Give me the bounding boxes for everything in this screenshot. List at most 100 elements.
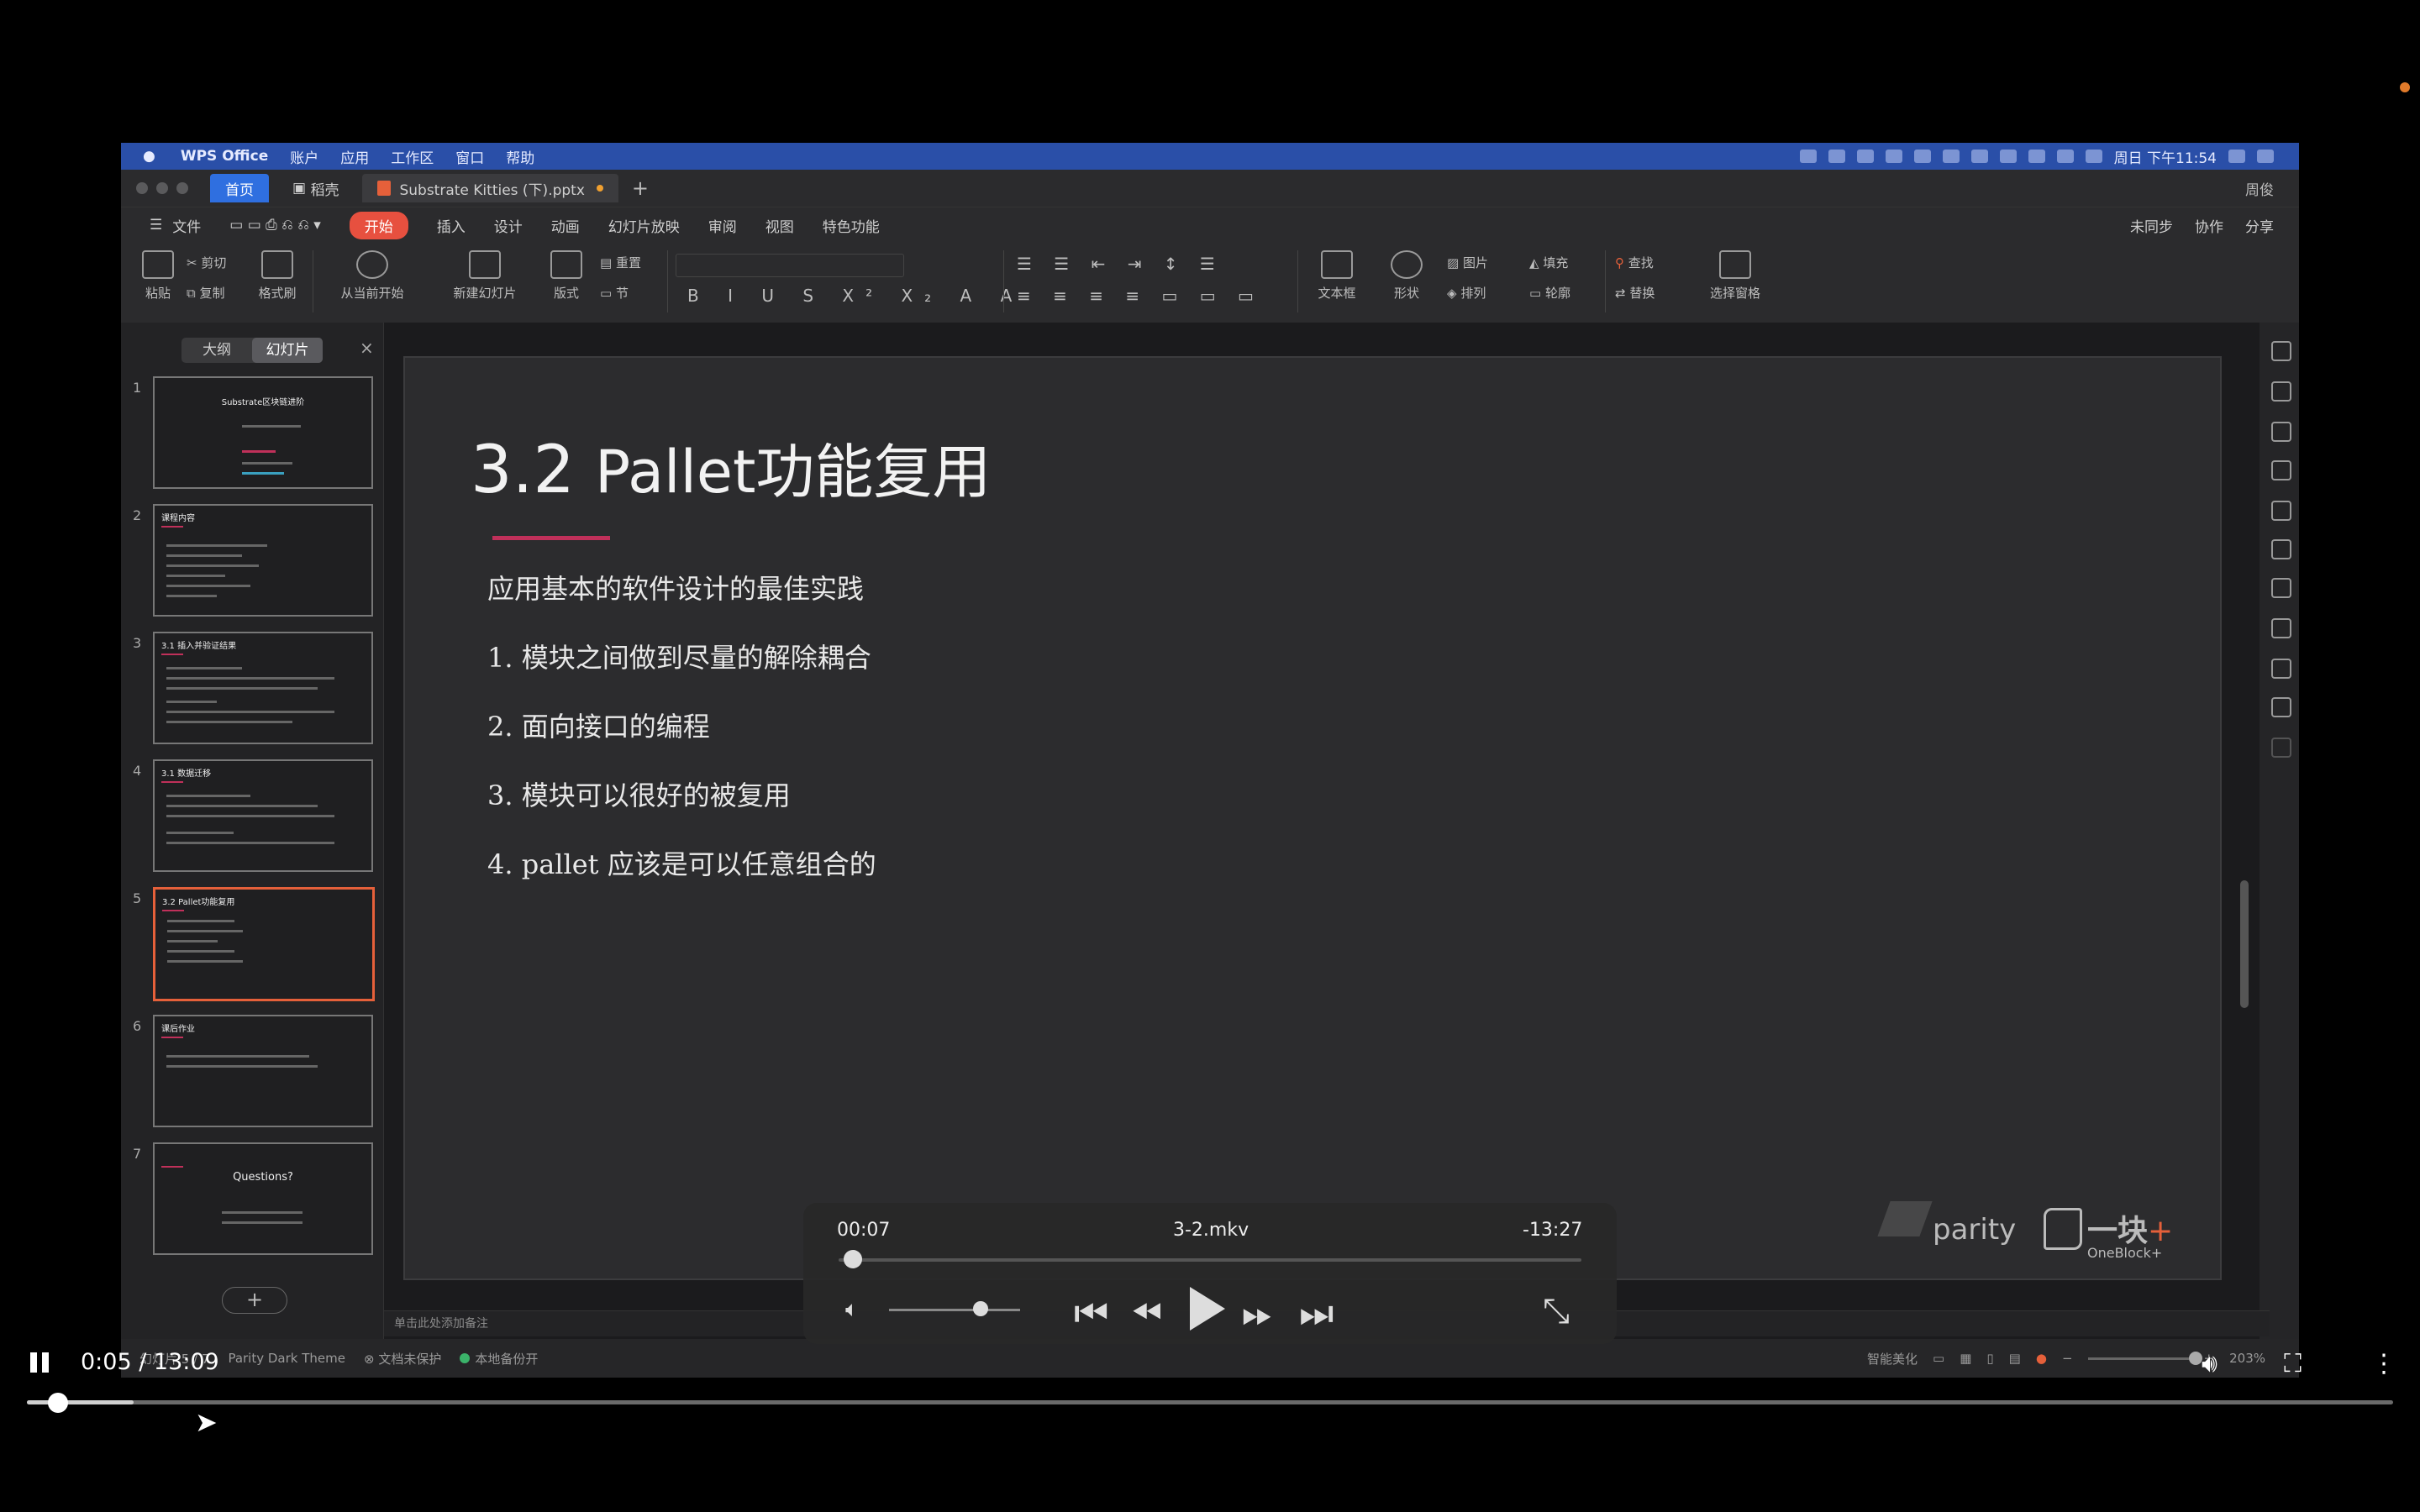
protect-status[interactable]: ⊗ 文档未保护 [364,1350,441,1368]
fill-icon[interactable] [2271,422,2291,442]
volume-slider[interactable] [889,1309,1020,1311]
arrange-button[interactable]: ◈ 排列 [1447,284,1486,302]
tab-docer[interactable]: ▣ 稻壳 [277,174,354,202]
tray-icon[interactable] [1942,150,1960,163]
zoom-window-button[interactable] [176,182,188,194]
tray-icon[interactable] [1799,150,1817,163]
fullscreen-exit-icon[interactable]: ⛶ [2284,1349,2302,1378]
play-icon[interactable]: ● [2036,1351,2047,1366]
layout-button[interactable]: 版式 [541,250,592,302]
shapes-icon[interactable] [2271,381,2291,402]
wifi-icon[interactable] [2028,150,2045,163]
user-account[interactable]: 周俊 [2245,178,2274,199]
zoom-out-button[interactable]: − [2062,1351,2073,1366]
shape-button[interactable]: 形状 [1381,250,1432,302]
paragraph-buttons[interactable]: ☰ ☰ ⇤ ⇥ ↕ ☰ [1017,254,1223,274]
tab-home[interactable]: 首页 [210,174,269,202]
outline-button[interactable]: ▭ 轮廓 [1529,284,1570,302]
add-slide-button[interactable]: + [222,1287,287,1314]
slide-thumbnail-7[interactable]: Questions? [153,1142,373,1255]
hamburger-icon[interactable]: ☰ [150,217,162,234]
hud-progress-knob[interactable] [843,1250,862,1268]
skip-back-icon[interactable]: ⏮︎ [1074,1290,1108,1337]
tab-slideshow[interactable]: 幻灯片放映 [608,215,680,236]
find-button[interactable]: ⚲ 查找 [1615,254,1654,271]
layers-icon[interactable] [2271,341,2291,361]
history-icon[interactable] [2271,659,2291,679]
backup-status[interactable]: 本地备份开 [460,1350,538,1368]
play-icon[interactable] [1190,1287,1225,1331]
clock[interactable]: 周日 下午11:54 [2114,146,2217,167]
skip-forward-icon[interactable]: ⏭︎ [1299,1290,1334,1337]
share-button[interactable]: 分享 [2245,215,2274,236]
pause-icon[interactable] [30,1352,37,1373]
exit-fullscreen-icon[interactable]: ⤡ [1543,1292,1570,1331]
menu-workspace[interactable]: 工作区 [391,146,434,167]
tab-design[interactable]: 设计 [494,215,523,236]
copy-button[interactable]: ⧉ 复制 [187,284,225,302]
font-family-select[interactable] [676,254,904,277]
tray-icon[interactable] [1913,150,1931,163]
align-buttons[interactable]: ≡ ≡ ≡ ≡ ▭ ▭ ▭ [1017,286,1262,306]
tab-document[interactable]: Substrate Kitties (下).pptx [362,174,618,202]
image-icon[interactable] [2271,697,2291,717]
slide-thumbnail-1[interactable]: Substrate区块链进阶 [153,376,373,489]
menu-window[interactable]: 窗口 [455,146,484,167]
picture-button[interactable]: ▨ 图片 [1447,254,1488,271]
zoom-slider[interactable] [2087,1351,2202,1365]
tab-view[interactable]: 视图 [765,215,794,236]
canvas-scrollbar[interactable] [2240,880,2249,1008]
selection-pane-button[interactable]: 选择窗格 [1697,250,1773,302]
collaborate-button[interactable]: 协作 [2195,215,2223,236]
tray-icon[interactable] [1999,150,2017,163]
textbox-button[interactable]: 文本框 [1307,250,1366,302]
beautify-button[interactable]: 智能美化 [1867,1350,1918,1368]
star-icon[interactable] [2271,578,2291,598]
close-icon[interactable]: × [360,338,374,358]
battery-icon[interactable] [2085,150,2102,163]
animation-icon[interactable] [2271,501,2291,521]
tab-slides[interactable]: 幻灯片 [252,338,323,363]
slide-thumbnail-2[interactable]: 课程内容 [153,504,373,617]
tab-review[interactable]: 审阅 [708,215,737,236]
apple-icon[interactable]: ● [143,148,155,165]
font-format-buttons[interactable]: B I U S X² X₂ A A [687,286,1023,306]
slide-thumbnail-6[interactable]: 课后作业 [153,1015,373,1127]
menu-help[interactable]: 帮助 [506,146,534,167]
slide-thumbnail-4[interactable]: 3.1 数据迁移 [153,759,373,872]
reset-button[interactable]: ▤ 重置 [600,254,641,271]
player-progress-knob[interactable] [47,1393,68,1413]
replace-button[interactable]: ⇄ 替换 [1615,284,1655,302]
view-reading-icon[interactable]: ▯ [1986,1351,1993,1366]
menu-file[interactable]: 文件 [172,215,201,236]
new-tab-button[interactable]: + [632,176,649,200]
slide-thumbnail-3[interactable]: 3.1 插入并验证结果 [153,632,373,744]
fill-button[interactable]: ◭ 填充 [1529,254,1568,271]
spotlight-icon[interactable] [2228,150,2245,163]
format-painter-button[interactable]: 格式刷 [252,250,302,302]
settings-icon[interactable] [2271,618,2291,638]
control-center-icon[interactable] [2257,150,2274,163]
section-button[interactable]: ▭ 节 [600,284,629,302]
tray-icon[interactable] [1885,150,1902,163]
chart-icon[interactable] [2271,460,2291,480]
tab-start[interactable]: 开始 [349,211,408,239]
slide-thumbnail-5[interactable]: 3.2 Pallet功能复用 [153,887,375,1001]
menu-account[interactable]: 账户 [290,146,318,167]
new-slide-button[interactable]: 新建幻灯片 [439,250,531,302]
menu-apps[interactable]: 应用 [340,146,369,167]
view-normal-icon[interactable]: ▭ [1933,1351,1944,1366]
tray-icon[interactable] [1828,150,1845,163]
hud-progress-track[interactable] [839,1258,1581,1262]
tab-insert[interactable]: 插入 [437,215,466,236]
close-window-button[interactable] [136,182,148,194]
rewind-icon[interactable]: ⏪︎ [1131,1290,1162,1337]
cut-button[interactable]: ✂ 剪切 [187,254,226,271]
sync-status[interactable]: 未同步 [2130,215,2173,236]
more-options-icon[interactable]: ⋮ [2371,1349,2396,1378]
app-name[interactable]: WPS Office [181,148,268,165]
play-from-current-button[interactable]: 从当前开始 [326,250,418,302]
slides-icon[interactable] [2271,539,2291,559]
tray-icon[interactable] [1856,150,1874,163]
view-notes-icon[interactable]: ▤ [2009,1351,2021,1366]
